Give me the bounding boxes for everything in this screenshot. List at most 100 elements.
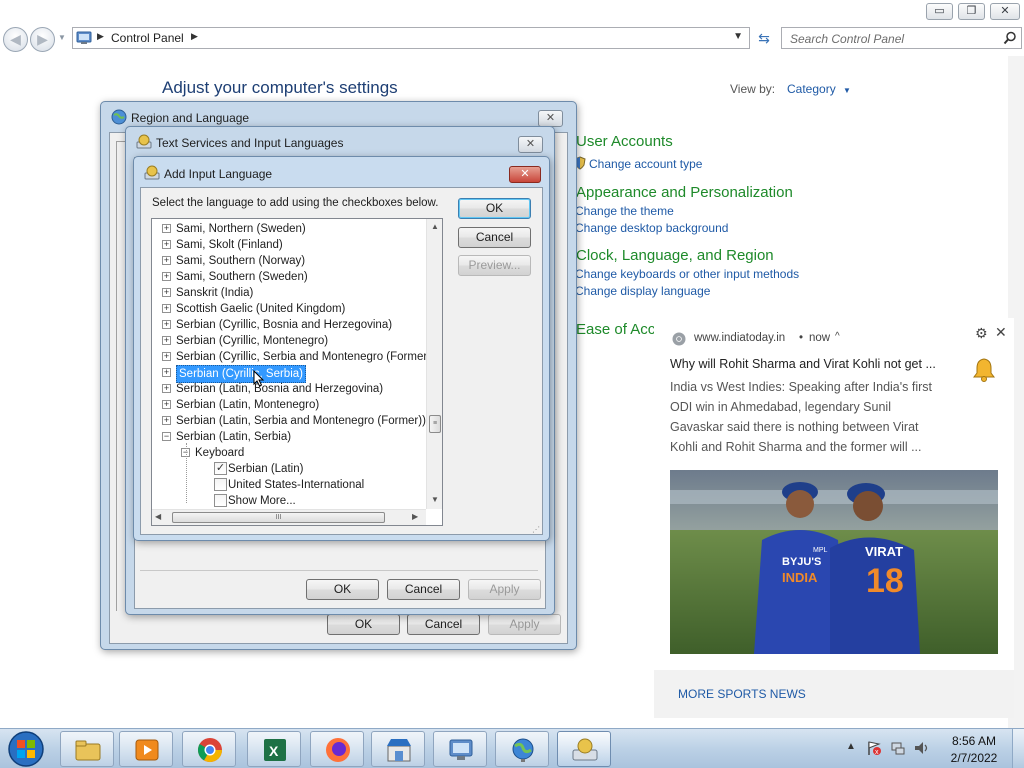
bell-icon[interactable] bbox=[972, 356, 996, 382]
expand-collapse-icon[interactable]: + bbox=[162, 256, 171, 265]
checkbox-unchecked[interactable] bbox=[214, 478, 227, 491]
taskbar-control-panel[interactable] bbox=[433, 731, 487, 767]
tree-item[interactable]: + Serbian (Latin, Serbia and Montenegro (… bbox=[152, 413, 426, 429]
link-change-theme[interactable]: Change the theme bbox=[575, 204, 674, 218]
link-change-desktop-background[interactable]: Change desktop background bbox=[575, 221, 728, 235]
text-services-close-button[interactable]: ✕ bbox=[518, 136, 543, 153]
breadcrumb-chevron-icon[interactable]: ▶ bbox=[191, 31, 198, 42]
add-input-close-button[interactable]: ✕ bbox=[509, 166, 541, 183]
tree-item[interactable]: + Sanskrit (India) bbox=[152, 285, 426, 301]
tree-item[interactable]: + Sami, Skolt (Finland) bbox=[152, 237, 426, 253]
scroll-up-icon[interactable]: ▲ bbox=[431, 222, 439, 231]
recent-pages-chevron-icon[interactable]: ▼ bbox=[58, 33, 66, 42]
news-headline[interactable]: Why will Rohit Sharma and Virat Kohli no… bbox=[670, 357, 936, 371]
tree-horizontal-scrollbar[interactable]: ◀ III ▶ bbox=[152, 509, 426, 525]
scroll-down-icon[interactable]: ▼ bbox=[431, 495, 439, 504]
news-photo[interactable]: BYJU'S INDIA MPL VIRAT 18 bbox=[670, 470, 998, 654]
region-ok-button[interactable]: OK bbox=[327, 614, 400, 635]
network-tray-icon[interactable] bbox=[890, 740, 906, 756]
tree-item[interactable]: + Serbian (Cyrillic, Serbia and Montenegr… bbox=[152, 349, 435, 365]
expand-collapse-icon[interactable]: + bbox=[162, 272, 171, 281]
text-services-ok-button[interactable]: OK bbox=[306, 579, 379, 600]
link-change-account-type[interactable]: Change account type bbox=[589, 157, 702, 171]
scroll-thumb[interactable]: ≡ bbox=[429, 415, 441, 433]
add-input-ok-button[interactable]: OK bbox=[458, 198, 531, 219]
taskbar-media-player[interactable] bbox=[119, 731, 173, 767]
refresh-icon[interactable]: ⇆ bbox=[752, 27, 776, 49]
show-desktop-button[interactable] bbox=[1012, 729, 1024, 768]
minimize-button[interactable]: ▭ bbox=[926, 3, 953, 20]
search-box[interactable]: Search Control Panel bbox=[781, 27, 1022, 49]
tree-item[interactable]: + Serbian (Cyrillic, Montenegro) bbox=[152, 333, 426, 349]
address-dropdown-icon[interactable]: ▼ bbox=[733, 31, 743, 42]
expand-collapse-icon[interactable]: + bbox=[162, 352, 171, 361]
category-ease-of-access[interactable]: Ease of Acce bbox=[576, 321, 654, 338]
expand-collapse-icon[interactable]: + bbox=[162, 288, 171, 297]
close-icon[interactable]: ✕ bbox=[995, 324, 1007, 341]
language-tree[interactable]: + Sami, Northern (Sweden) + Sami, Skolt (Fi… bbox=[151, 218, 443, 526]
text-services-cancel-button[interactable]: Cancel bbox=[387, 579, 460, 600]
expand-collapse-icon[interactable]: + bbox=[162, 416, 171, 425]
add-input-cancel-button[interactable]: Cancel bbox=[458, 227, 531, 248]
expand-collapse-icon[interactable]: + bbox=[162, 224, 171, 233]
volume-icon[interactable] bbox=[913, 740, 931, 756]
expand-collapse-icon[interactable]: + bbox=[162, 336, 171, 345]
checkbox-unchecked[interactable] bbox=[214, 494, 227, 507]
tree-vertical-scrollbar[interactable]: ▲ ≡ ▼ bbox=[426, 219, 442, 509]
expand-collapse-icon[interactable]: + bbox=[162, 368, 171, 377]
gear-icon[interactable]: ⚙ bbox=[975, 325, 988, 342]
start-button[interactable] bbox=[6, 730, 46, 768]
region-dialog-close-button[interactable]: ✕ bbox=[538, 110, 563, 127]
maximize-button[interactable]: ❐ bbox=[958, 3, 985, 20]
tree-item[interactable]: + Serbian (Latin, Montenegro) bbox=[152, 397, 426, 413]
tree-item[interactable]: + Sami, Southern (Sweden) bbox=[152, 269, 426, 285]
view-by-dropdown[interactable]: Category ▼ bbox=[787, 82, 851, 96]
breadcrumb-control-panel[interactable]: Control Panel bbox=[111, 31, 184, 45]
tree-item[interactable]: + Sami, Northern (Sweden) bbox=[152, 221, 426, 237]
link-change-keyboards[interactable]: Change keyboards or other input methods bbox=[575, 267, 799, 281]
category-clock-language-region[interactable]: Clock, Language, and Region bbox=[576, 247, 774, 264]
address-bar[interactable]: ▶ Control Panel ▶ ▼ bbox=[72, 27, 750, 49]
expand-collapse-icon[interactable]: + bbox=[162, 400, 171, 409]
taskbar-excel[interactable]: X bbox=[247, 731, 301, 767]
taskbar-firefox[interactable] bbox=[310, 731, 364, 767]
taskbar-keyboard[interactable] bbox=[557, 731, 611, 767]
expand-collapse-icon[interactable]: + bbox=[162, 240, 171, 249]
taskbar-network[interactable] bbox=[495, 731, 549, 767]
tree-item[interactable]: + Serbian (Latin, Bosnia and Herzegovina) bbox=[152, 381, 426, 397]
preview-button[interactable]: Preview... bbox=[458, 255, 531, 276]
show-hidden-icons[interactable]: ▲ bbox=[846, 741, 856, 752]
category-appearance[interactable]: Appearance and Personalization bbox=[576, 184, 793, 201]
link-change-display-language[interactable]: Change display language bbox=[575, 284, 710, 298]
resize-grip-icon[interactable]: ⋰ bbox=[532, 525, 540, 534]
taskbar-chrome[interactable] bbox=[182, 731, 236, 767]
taskbar-explorer[interactable] bbox=[60, 731, 114, 767]
tree-item[interactable]: + Scottish Gaelic (United Kingdom) bbox=[152, 301, 426, 317]
checkbox-checked[interactable]: ✓ bbox=[214, 462, 227, 475]
tree-item[interactable]: − Serbian (Latin, Serbia) bbox=[152, 429, 426, 445]
taskbar-store[interactable] bbox=[371, 731, 425, 767]
close-button[interactable]: ✕ bbox=[990, 3, 1020, 20]
tree-item[interactable]: + Serbian (Cyrillic, Serbia) bbox=[152, 365, 426, 383]
more-news-bar[interactable]: MORE SPORTS NEWS bbox=[654, 670, 1014, 718]
tree-item[interactable]: + Sami, Southern (Norway) bbox=[152, 253, 426, 269]
expand-collapse-icon[interactable]: + bbox=[162, 320, 171, 329]
collapse-chevron-icon[interactable]: ^ bbox=[835, 331, 840, 342]
clock-date[interactable]: 2/7/2022 bbox=[944, 751, 1004, 765]
expand-collapse-icon[interactable]: + bbox=[162, 384, 171, 393]
scroll-left-icon[interactable]: ◀ bbox=[155, 512, 161, 521]
news-card[interactable]: www.indiatoday.in • now ^ ⚙ ✕ Why will R… bbox=[654, 318, 1014, 718]
search-icon[interactable] bbox=[1003, 31, 1017, 45]
more-sports-news-link[interactable]: MORE SPORTS NEWS bbox=[678, 687, 806, 701]
expand-collapse-icon[interactable]: + bbox=[162, 304, 171, 313]
region-cancel-button[interactable]: Cancel bbox=[407, 614, 480, 635]
category-user-accounts[interactable]: User Accounts bbox=[576, 133, 673, 150]
action-center-flag-icon[interactable]: x bbox=[866, 740, 882, 756]
hscroll-thumb[interactable]: III bbox=[172, 512, 385, 523]
expand-collapse-icon[interactable]: − bbox=[162, 432, 171, 441]
forward-button[interactable]: ▶ bbox=[30, 27, 55, 52]
text-services-apply-button[interactable]: Apply bbox=[468, 579, 541, 600]
back-button[interactable]: ◀ bbox=[3, 27, 28, 52]
clock-time[interactable]: 8:56 AM bbox=[944, 734, 1004, 748]
tree-item[interactable]: + Serbian (Cyrillic, Bosnia and Herzegovi… bbox=[152, 317, 426, 333]
